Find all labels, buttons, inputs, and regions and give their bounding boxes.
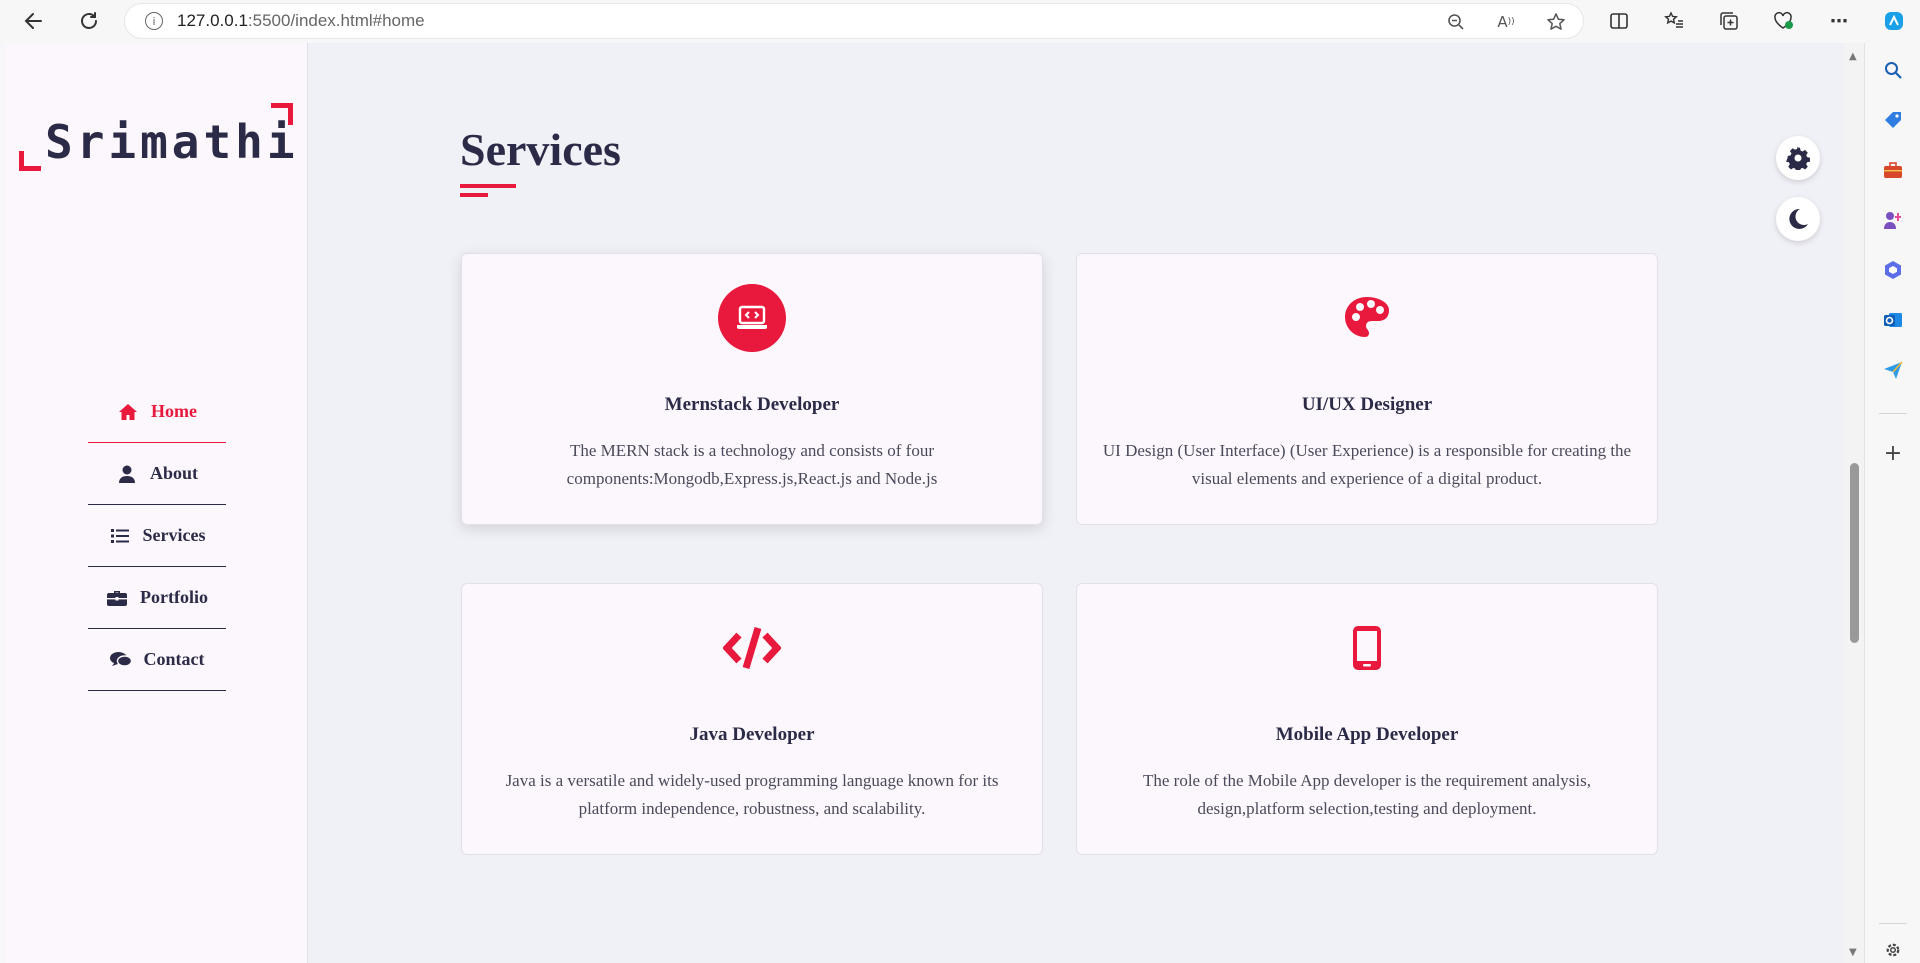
service-description: The role of the Mobile App developer is … <box>1142 771 1591 818</box>
browser-essentials-icon[interactable] <box>1770 7 1798 35</box>
services-section: Services Mernstack Developer The MERN st… <box>308 43 1844 963</box>
split-screen-icon[interactable] <box>1605 7 1633 35</box>
comments-icon <box>109 649 132 671</box>
mobile-icon <box>1333 614 1401 682</box>
moon-icon <box>1789 208 1808 229</box>
logo-text: Srimathi <box>45 115 299 169</box>
send-plane-icon[interactable] <box>1881 358 1905 382</box>
code-icon <box>718 614 786 682</box>
service-description: Java is a versatile and widely-used prog… <box>505 771 999 818</box>
scrollbar-thumb[interactable] <box>1850 463 1859 643</box>
edge-sidebar-divider <box>1879 413 1907 414</box>
section-title: Services <box>460 124 621 175</box>
games-icon[interactable] <box>1881 208 1905 232</box>
info-icon[interactable]: i <box>145 12 163 30</box>
read-aloud-icon[interactable]: A)) <box>1495 11 1517 33</box>
nav-item-about[interactable]: About <box>88 443 226 505</box>
home-icon <box>117 401 139 423</box>
back-button[interactable] <box>18 5 50 37</box>
outlook-icon[interactable] <box>1881 308 1905 332</box>
nav-label: About <box>149 463 198 483</box>
service-card[interactable]: UI/UX Designer UI Design (User Interface… <box>1076 253 1658 525</box>
service-title: Mernstack Developer <box>664 394 840 415</box>
browser-toolbar: i 127.0.0.1:5500/index.html#home A)) ⋯ <box>0 0 1920 43</box>
scroll-down-icon[interactable]: ▼ <box>1849 947 1857 958</box>
logo-corner-decoration <box>19 151 41 171</box>
zoom-out-icon[interactable] <box>1445 11 1467 33</box>
nav-label: Services <box>142 525 206 545</box>
service-title: Mobile App Developer <box>1275 724 1459 745</box>
search-icon[interactable] <box>1881 58 1905 82</box>
more-options-icon[interactable]: ⋯ <box>1825 7 1853 35</box>
edge-sidebar-divider <box>1879 923 1907 924</box>
service-description: UI Design (User Interface) (User Experie… <box>1102 441 1632 488</box>
copilot-icon[interactable] <box>1880 7 1908 35</box>
collections-icon[interactable] <box>1715 7 1743 35</box>
palette-icon <box>1333 284 1401 352</box>
title-underline <box>460 193 488 197</box>
briefcase-icon <box>106 587 128 609</box>
reload-button[interactable] <box>73 5 105 37</box>
laptop-code-icon <box>718 284 786 352</box>
add-icon[interactable]: + <box>1881 441 1905 466</box>
edge-sidebar: + <box>1864 43 1920 963</box>
theme-toggle-button[interactable] <box>1776 197 1820 241</box>
logo[interactable]: Srimathi <box>19 103 299 183</box>
site-sidebar: Srimathi Home About Services Portfolio C… <box>5 43 308 963</box>
service-title: Java Developer <box>689 724 815 745</box>
service-title: UI/UX Designer <box>1301 394 1433 415</box>
nav-item-services[interactable]: Services <box>88 505 226 567</box>
service-description: The MERN stack is a technology and consi… <box>566 441 938 488</box>
shopping-tag-icon[interactable] <box>1881 108 1905 132</box>
nav-label: Home <box>151 401 197 421</box>
page-scrollbar[interactable]: ▲ ▼ <box>1844 43 1864 963</box>
address-bar[interactable]: i 127.0.0.1:5500/index.html#home A)) <box>124 3 1584 39</box>
url-text[interactable]: 127.0.0.1:5500/index.html#home <box>177 11 425 31</box>
settings-gear-icon[interactable] <box>1881 938 1905 962</box>
site-nav: Home About Services Portfolio Contact <box>88 381 226 691</box>
service-card[interactable]: Mernstack Developer The MERN stack is a … <box>461 253 1043 525</box>
nav-item-portfolio[interactable]: Portfolio <box>88 567 226 629</box>
nav-item-contact[interactable]: Contact <box>88 629 226 691</box>
nav-label: Contact <box>143 649 205 669</box>
favorites-icon[interactable] <box>1660 7 1688 35</box>
gear-icon <box>1786 146 1810 170</box>
user-icon <box>116 463 138 485</box>
tools-briefcase-icon[interactable] <box>1881 158 1905 182</box>
microsoft-365-icon[interactable] <box>1881 258 1905 282</box>
website: Srimathi Home About Services Portfolio C… <box>5 43 1844 963</box>
nav-item-home[interactable]: Home <box>88 381 226 443</box>
arrow-left-icon <box>24 13 42 29</box>
title-underline <box>460 184 516 188</box>
settings-button[interactable] <box>1776 136 1820 180</box>
nav-label: Portfolio <box>140 587 208 607</box>
reload-icon <box>81 12 97 29</box>
service-card[interactable]: Java Developer Java is a versatile and w… <box>461 583 1043 855</box>
service-card[interactable]: Mobile App Developer The role of the Mob… <box>1076 583 1658 855</box>
favorite-star-icon[interactable] <box>1545 11 1567 33</box>
scroll-up-icon[interactable]: ▲ <box>1849 51 1857 62</box>
list-icon <box>109 525 131 547</box>
